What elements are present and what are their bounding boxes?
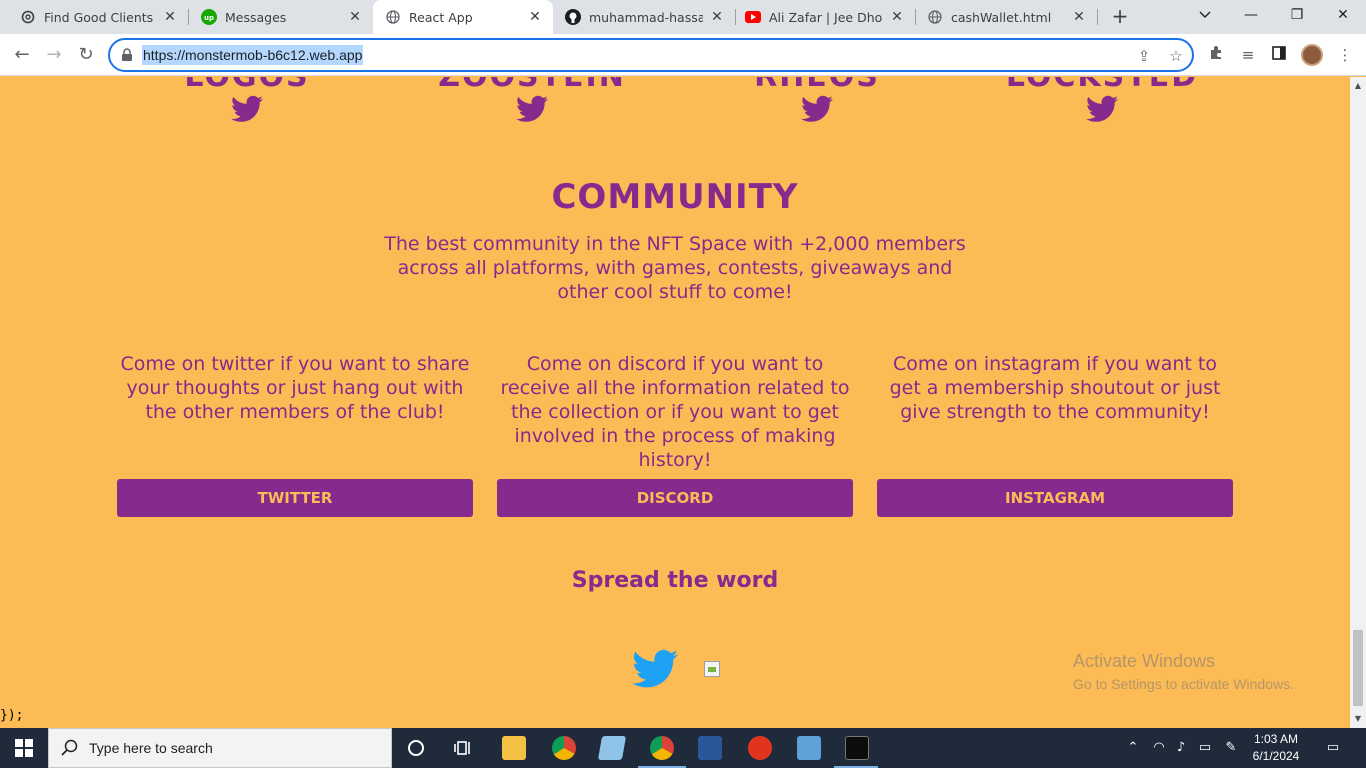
team-name: ZOOSTEIN: [412, 77, 652, 94]
browser-toolbar: ← → ↻ https://monstermob-b6c12.web.app ⇪…: [0, 34, 1366, 76]
wps-office-icon[interactable]: [748, 736, 772, 760]
battery-icon[interactable]: ▭: [1196, 739, 1214, 757]
side-panel-icon[interactable]: [1268, 44, 1290, 66]
chevron-down-icon: [1199, 11, 1211, 18]
back-button[interactable]: ←: [8, 41, 36, 69]
page-content: LOGOS ZOOSTEIN RHEOS LOCKSTED COMMUNITY …: [0, 77, 1350, 728]
page-scrollbar[interactable]: ▲ ▼: [1350, 77, 1366, 728]
openai-icon: [20, 9, 36, 25]
twitter-icon[interactable]: [801, 95, 833, 123]
team-name: RHEOS: [697, 77, 937, 94]
tab-title: Find Good Clients Upv: [44, 9, 156, 25]
tab-title: Messages: [225, 9, 287, 25]
share-icon[interactable]: ⇪: [1134, 46, 1154, 66]
discord-description: Come on discord if you want to receive a…: [500, 353, 850, 471]
tab-search-button[interactable]: [1182, 0, 1228, 34]
chevron-up-icon[interactable]: ⌃: [1124, 739, 1142, 757]
discord-button[interactable]: DISCORD: [497, 479, 853, 517]
twitter-icon[interactable]: [231, 95, 263, 123]
tab-messages[interactable]: up Messages ✕: [181, 0, 373, 34]
team-name: LOCKSTED: [982, 77, 1222, 94]
url-text[interactable]: https://monstermob-b6c12.web.app: [142, 45, 364, 65]
tab-title: Ali Zafar | Jee Dhoond: [769, 9, 883, 25]
broken-image-icon[interactable]: [704, 661, 720, 677]
close-icon[interactable]: ✕: [709, 9, 725, 25]
restore-button[interactable]: ❐: [1274, 0, 1320, 34]
team-name: LOGOS: [127, 77, 367, 94]
community-title: COMMUNITY: [551, 177, 799, 217]
search-placeholder: Type here to search: [89, 740, 213, 756]
twitter-icon[interactable]: [516, 95, 548, 123]
task-view-icon[interactable]: [452, 736, 476, 760]
close-icon[interactable]: ✕: [347, 9, 363, 25]
reading-list-icon[interactable]: ≡: [1237, 44, 1259, 66]
globe-icon: [385, 9, 401, 25]
close-icon[interactable]: ✕: [162, 9, 178, 25]
upwork-icon: up: [201, 9, 217, 25]
notifications-icon[interactable]: ▭: [1324, 739, 1342, 757]
twitter-icon[interactable]: [1086, 95, 1118, 123]
pen-icon[interactable]: ✎: [1222, 739, 1240, 757]
tab-cashwallet[interactable]: cashWallet.html ✕: [915, 0, 1097, 34]
tab-title: React App: [409, 9, 473, 25]
github-icon: [565, 9, 581, 25]
globe-icon: [927, 9, 943, 25]
bookmark-star-icon[interactable]: ☆: [1166, 46, 1186, 66]
lock-icon: [122, 48, 132, 61]
twitter-button[interactable]: TWITTER: [117, 479, 473, 517]
file-explorer-icon[interactable]: [502, 736, 526, 760]
new-tab-button[interactable]: +: [1108, 5, 1132, 29]
profile-avatar[interactable]: [1301, 44, 1323, 66]
tab-find-good-clients[interactable]: Find Good Clients Upv ✕: [0, 0, 188, 34]
taskbar-clock[interactable]: 1:03 AM 6/1/2024: [1248, 731, 1304, 765]
windows-logo-icon: [15, 739, 33, 757]
volume-icon[interactable]: ♪: [1172, 739, 1190, 757]
word-icon[interactable]: [698, 736, 722, 760]
twitter-share-icon[interactable]: [632, 649, 678, 689]
reload-button[interactable]: ↻: [72, 41, 100, 69]
community-description: The best community in the NFT Space with…: [384, 233, 966, 303]
extensions-icon[interactable]: [1205, 44, 1227, 66]
tab-react-app[interactable]: React App ✕: [373, 0, 553, 34]
clock-time: 1:03 AM: [1253, 732, 1299, 746]
spread-the-word-heading: Spread the word: [571, 568, 779, 593]
svg-text:up: up: [204, 14, 214, 22]
chrome-icon[interactable]: [552, 736, 576, 760]
close-icon[interactable]: ✕: [889, 9, 905, 25]
close-icon[interactable]: ✕: [527, 9, 543, 25]
search-icon: [61, 739, 78, 756]
chrome-active-icon[interactable]: [650, 736, 674, 760]
address-bar[interactable]: https://monstermob-b6c12.web.app ⇪ ☆: [108, 38, 1194, 72]
wifi-icon[interactable]: ◠: [1150, 739, 1168, 757]
start-button[interactable]: [0, 728, 48, 768]
menu-kebab-icon[interactable]: ⋮: [1334, 44, 1356, 66]
browser-tab-bar: Find Good Clients Upv ✕ up Messages ✕ Re…: [0, 0, 1366, 34]
activate-windows-subtitle: Go to Settings to activate Windows.: [1073, 676, 1294, 692]
cortana-icon[interactable]: [404, 736, 428, 760]
tab-title: muhammad-hassan-n: [589, 9, 703, 25]
tab-github[interactable]: muhammad-hassan-n ✕: [553, 0, 735, 34]
scroll-thumb[interactable]: [1353, 630, 1363, 706]
instagram-description: Come on instagram if you want to get a m…: [889, 353, 1221, 423]
close-icon[interactable]: ✕: [1071, 9, 1087, 25]
forward-button[interactable]: →: [40, 41, 68, 69]
twitter-description: Come on twitter if you want to share you…: [120, 353, 470, 423]
stray-code-text: });: [0, 708, 24, 723]
clock-date: 6/1/2024: [1252, 749, 1300, 763]
activate-windows-title: Activate Windows: [1073, 651, 1216, 671]
window-close-button[interactable]: ✕: [1320, 0, 1366, 34]
windows-taskbar: Type here to search ⌃ ◠ ♪ ▭ ✎ 1:03 AM 6/…: [0, 728, 1366, 768]
tab-youtube[interactable]: Ali Zafar | Jee Dhoond ✕: [735, 0, 915, 34]
scroll-down-arrow-icon[interactable]: ▼: [1350, 712, 1366, 726]
youtube-icon: [745, 9, 761, 25]
tab-title: cashWallet.html: [951, 9, 1052, 25]
taskbar-search-box[interactable]: Type here to search: [48, 728, 392, 768]
tab-separator: [1097, 9, 1098, 25]
notepad-icon[interactable]: [597, 736, 627, 760]
scroll-up-arrow-icon[interactable]: ▲: [1350, 79, 1366, 93]
control-panel-icon[interactable]: [797, 736, 821, 760]
terminal-icon[interactable]: [845, 736, 869, 760]
minimize-button[interactable]: —: [1228, 0, 1274, 34]
instagram-button[interactable]: INSTAGRAM: [877, 479, 1233, 517]
